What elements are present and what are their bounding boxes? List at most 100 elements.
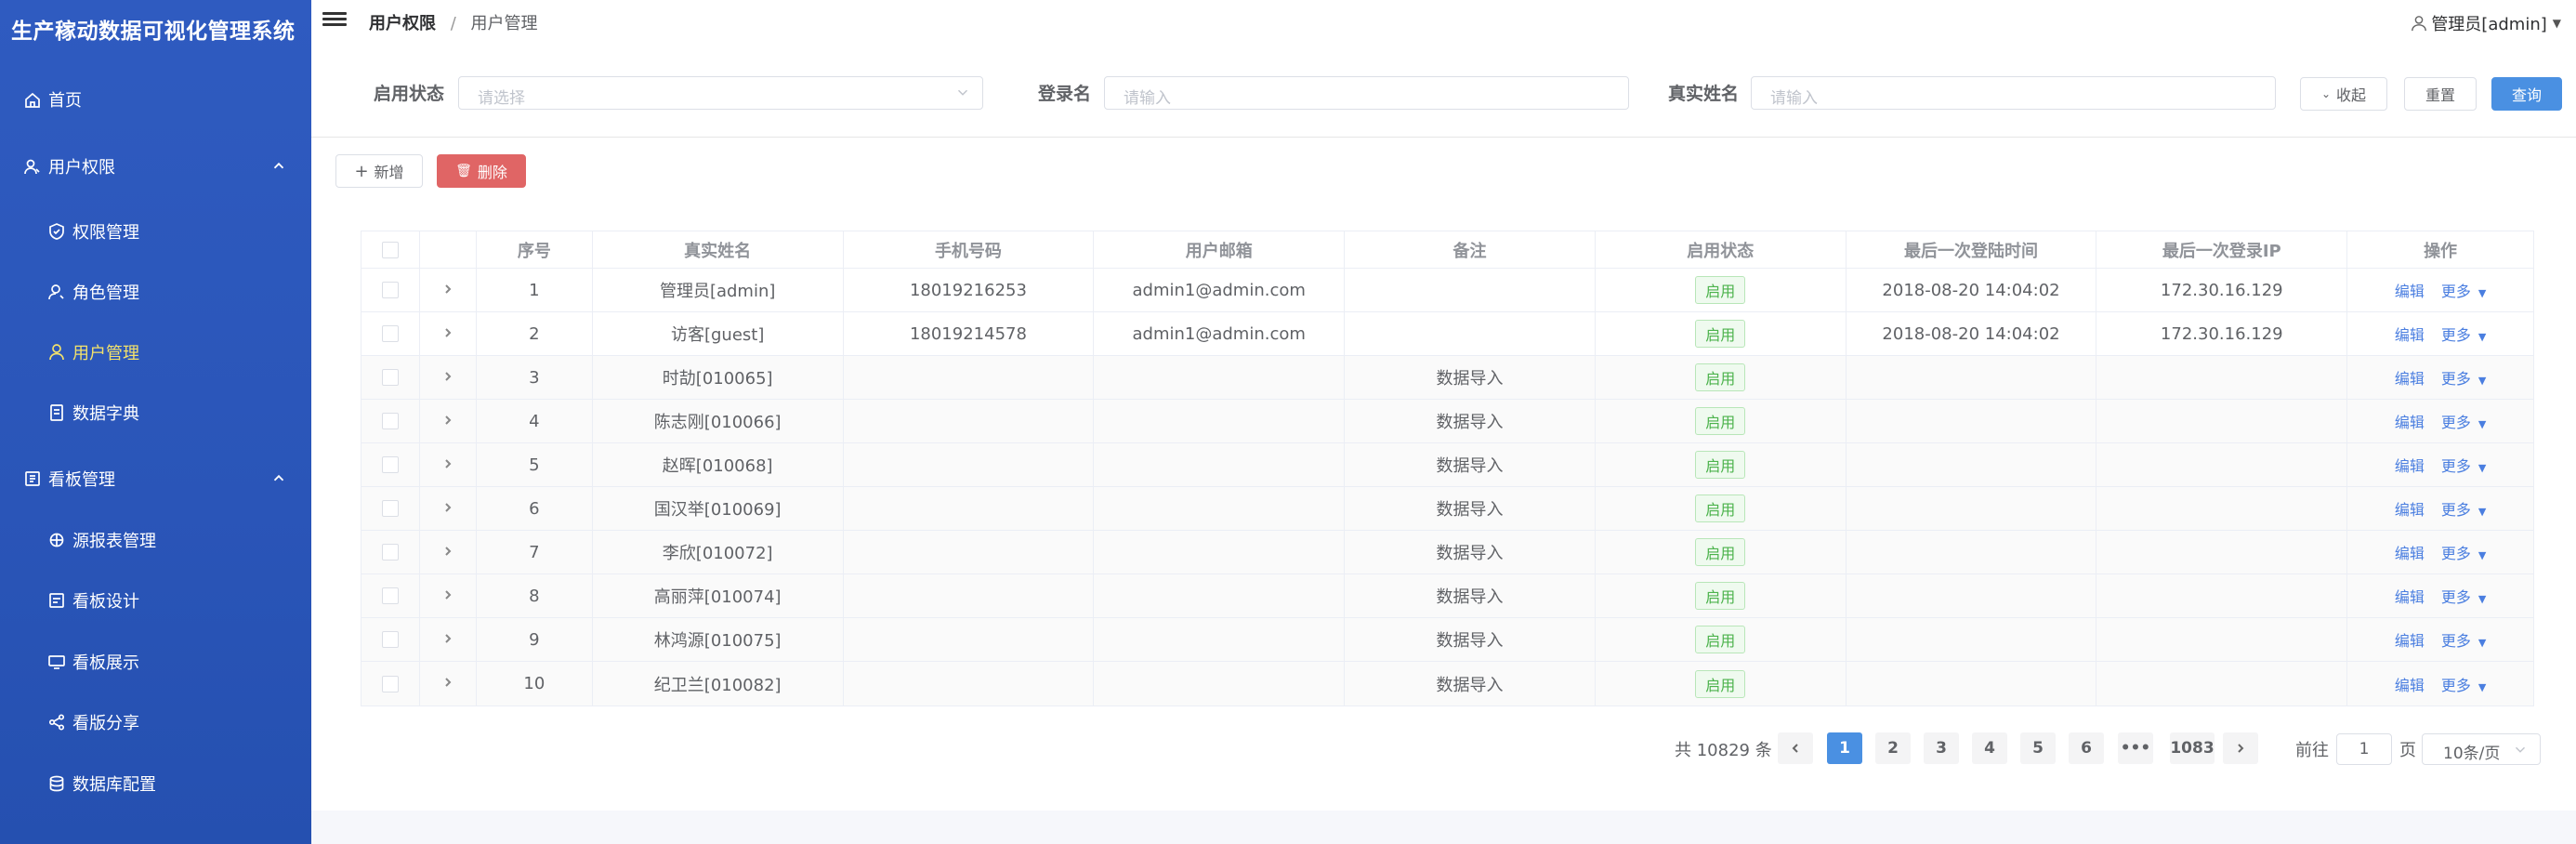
edit-link[interactable]: 编辑 xyxy=(2395,541,2425,563)
caret-down-icon: ▼ xyxy=(2477,593,2487,605)
chevron-right-icon[interactable] xyxy=(441,412,454,431)
page-button[interactable]: 5 xyxy=(2020,732,2056,764)
cell-phone xyxy=(844,618,1095,661)
sidebar-item-3[interactable]: 角色管理 xyxy=(0,261,311,322)
sidebar-item-6[interactable]: 看板管理 xyxy=(0,448,311,508)
cell-ip: 172.30.16.129 xyxy=(2096,269,2348,311)
edit-link[interactable]: 编辑 xyxy=(2395,279,2425,301)
chevron-right-icon[interactable] xyxy=(441,630,454,650)
chevron-right-icon[interactable] xyxy=(441,324,454,344)
select-all-checkbox[interactable] xyxy=(381,241,399,258)
edit-link[interactable]: 编辑 xyxy=(2395,410,2425,432)
table-row: 1 管理员[admin] 18019216253 admin1@admin.com 启用… xyxy=(361,269,2533,312)
page-button[interactable]: 1083 xyxy=(2170,732,2215,764)
status-badge: 启用 xyxy=(1695,363,1746,391)
next-page-icon[interactable] xyxy=(2223,732,2258,764)
edit-link[interactable]: 编辑 xyxy=(2395,366,2425,389)
status-badge: 启用 xyxy=(1695,407,1746,435)
sidebar: 生产稼动数据可视化管理系统 首页 用户权限 权限管理 角色管理 用户管理 数据字典 看板管理… xyxy=(0,0,311,844)
row-checkbox[interactable] xyxy=(381,282,399,298)
cell-index: 10 xyxy=(477,662,593,706)
row-checkbox[interactable] xyxy=(381,456,399,473)
realname-input[interactable]: 请输入 xyxy=(1751,76,2276,110)
sidebar-item-1[interactable]: 用户权限 xyxy=(0,136,311,196)
sidebar-item-5[interactable]: 数据字典 xyxy=(0,382,311,442)
cell-remark-value: 数据导入 xyxy=(1436,413,1504,432)
page-button[interactable]: 6 xyxy=(2069,732,2104,764)
delete-button[interactable]: 🗑 删除 xyxy=(437,154,526,188)
column-header-label: 手机号码 xyxy=(934,241,1002,261)
chevron-right-icon[interactable] xyxy=(441,587,454,606)
row-checkbox[interactable] xyxy=(381,631,399,648)
page-button[interactable]: ••• xyxy=(2118,732,2153,764)
row-checkbox-cell xyxy=(361,269,420,311)
more-dropdown[interactable]: 更多 ▼ xyxy=(2441,585,2486,607)
edit-link[interactable]: 编辑 xyxy=(2395,673,2425,695)
row-checkbox[interactable] xyxy=(381,413,399,429)
reset-button[interactable]: 重置 xyxy=(2404,77,2477,111)
user-menu[interactable]: 管理员[admin] ▼ xyxy=(2411,11,2561,35)
more-dropdown[interactable]: 更多 ▼ xyxy=(2441,673,2486,695)
more-dropdown[interactable]: 更多 ▼ xyxy=(2441,366,2486,389)
page-button[interactable]: 3 xyxy=(1924,732,1959,764)
cell-status: 启用 xyxy=(1596,356,1847,399)
sidebar-item-11[interactable]: 数据库配置 xyxy=(0,753,311,813)
page-button[interactable]: 2 xyxy=(1875,732,1911,764)
chevron-right-icon[interactable] xyxy=(441,368,454,388)
add-button[interactable]: + 新增 xyxy=(335,154,423,188)
breadcrumb-item-permissions[interactable]: 用户权限 xyxy=(369,14,436,33)
row-checkbox[interactable] xyxy=(381,500,399,517)
sidebar-item-8[interactable]: 看板设计 xyxy=(0,570,311,630)
row-checkbox[interactable] xyxy=(381,544,399,560)
row-checkbox[interactable] xyxy=(381,325,399,342)
row-checkbox[interactable] xyxy=(381,675,399,692)
more-dropdown[interactable]: 更多 ▼ xyxy=(2441,628,2486,651)
row-checkbox[interactable] xyxy=(381,587,399,604)
page-button[interactable]: 4 xyxy=(1972,732,2007,764)
cell-name: 李欣[010072] xyxy=(593,531,844,574)
sidebar-item-10[interactable]: 看版分享 xyxy=(0,692,311,752)
more-label: 更多 xyxy=(2440,457,2471,475)
cell-status: 启用 xyxy=(1596,574,1847,617)
prev-page-icon[interactable] xyxy=(1778,732,1813,764)
login-name-input[interactable]: 请输入 xyxy=(1104,76,1629,110)
cell-index-value: 2 xyxy=(529,323,540,344)
edit-link[interactable]: 编辑 xyxy=(2395,585,2425,607)
more-dropdown[interactable]: 更多 ▼ xyxy=(2441,279,2486,301)
chevron-right-icon[interactable] xyxy=(441,455,454,475)
goto-page-input[interactable]: 1 xyxy=(2336,733,2392,765)
edit-link[interactable]: 编辑 xyxy=(2395,454,2425,476)
edit-link[interactable]: 编辑 xyxy=(2395,497,2425,520)
page-size-select[interactable]: 10条/页 xyxy=(2422,733,2541,765)
row-checkbox-cell xyxy=(361,662,420,706)
more-dropdown[interactable]: 更多 ▼ xyxy=(2441,410,2486,432)
edit-link[interactable]: 编辑 xyxy=(2395,323,2425,345)
row-checkbox-cell xyxy=(361,487,420,530)
cell-phone xyxy=(844,443,1095,486)
more-dropdown[interactable]: 更多 ▼ xyxy=(2441,323,2486,345)
chevron-right-icon[interactable] xyxy=(441,281,454,300)
sidebar-item-2[interactable]: 权限管理 xyxy=(0,201,311,261)
sidebar-item-7[interactable]: 源报表管理 xyxy=(0,509,311,570)
sidebar-item-4[interactable]: 用户管理 xyxy=(0,322,311,382)
page-button[interactable]: 1 xyxy=(1827,732,1862,764)
cell-remark xyxy=(1345,269,1596,311)
cell-ip: 172.30.16.129 xyxy=(2096,312,2348,355)
chevron-right-icon[interactable] xyxy=(441,499,454,519)
sidebar-item-9[interactable]: 看板展示 xyxy=(0,631,311,692)
menu-toggle-icon[interactable] xyxy=(322,9,347,32)
more-dropdown[interactable]: 更多 ▼ xyxy=(2441,454,2486,476)
cell-index-value: 7 xyxy=(529,542,540,562)
chevron-right-icon[interactable] xyxy=(441,674,454,693)
more-dropdown[interactable]: 更多 ▼ xyxy=(2441,497,2486,520)
chevron-right-icon[interactable] xyxy=(441,543,454,562)
query-button[interactable]: 查询 xyxy=(2491,77,2562,111)
cell-status: 启用 xyxy=(1596,618,1847,661)
status-select[interactable]: 请选择 xyxy=(458,76,983,110)
collapse-button[interactable]: ⌄ 收起 xyxy=(2300,77,2387,111)
edit-link[interactable]: 编辑 xyxy=(2395,628,2425,651)
more-dropdown[interactable]: 更多 ▼ xyxy=(2441,541,2486,563)
footer-band xyxy=(311,811,2576,844)
row-checkbox[interactable] xyxy=(381,369,399,386)
sidebar-item-0[interactable]: 首页 xyxy=(0,69,311,129)
